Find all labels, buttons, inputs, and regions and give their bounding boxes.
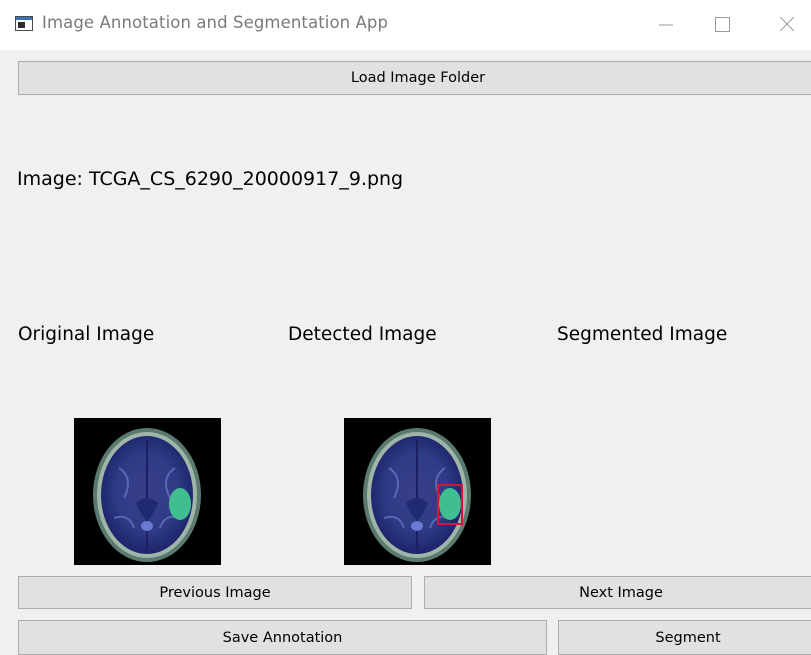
detected-image [344,418,491,565]
next-image-button[interactable]: Next Image [424,576,811,609]
detected-image-heading: Detected Image [288,324,437,345]
load-image-folder-button[interactable]: Load Image Folder [18,61,811,95]
segment-button[interactable]: Segment [558,620,811,655]
previous-image-button[interactable]: Previous Image [18,576,412,609]
window-app-icon [15,16,33,31]
original-image-heading: Original Image [18,324,155,345]
original-image [74,418,221,565]
maximize-icon[interactable] [707,10,737,38]
title-bar: Image Annotation and Segmentation App [0,0,811,50]
minimize-icon[interactable] [651,10,681,38]
close-icon[interactable] [772,10,802,38]
segmented-image-area [557,418,704,565]
current-image-label: Image: TCGA_CS_6290_20000917_9.png [17,168,404,190]
segmented-image-heading: Segmented Image [557,324,728,345]
save-annotation-button[interactable]: Save Annotation [18,620,547,655]
tumor-region [169,488,191,520]
window-title: Image Annotation and Segmentation App [42,13,389,32]
